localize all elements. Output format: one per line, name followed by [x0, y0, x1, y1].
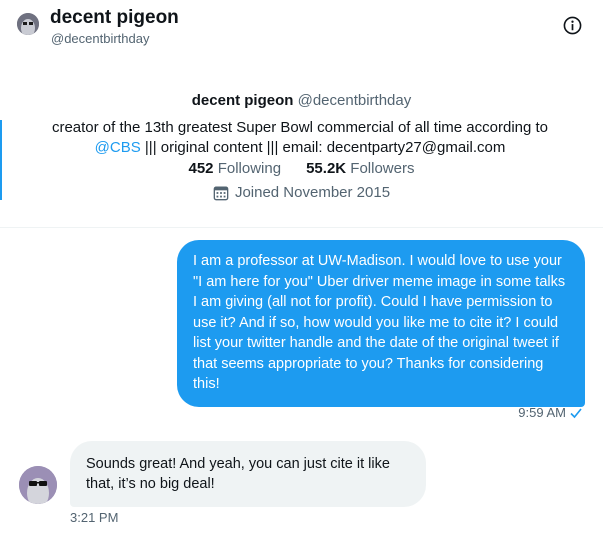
bio-text: creator of the 13th greatest Super Bowl … [51, 119, 549, 136]
calendar-icon [213, 186, 229, 200]
profile-handle: @decentbirthday [297, 92, 412, 109]
header-name[interactable]: decent pigeon [50, 7, 179, 29]
bio-mention-link[interactable]: @CBS [95, 139, 141, 156]
joined-text: Joined November 2015 [234, 184, 391, 201]
pigeon-avatar-icon [19, 466, 57, 504]
avatar[interactable] [17, 13, 39, 35]
outgoing-message-meta: 9:59 AM [518, 405, 582, 420]
followers-label: Followers [350, 160, 415, 177]
profile-stats: 452 Following 55.2K Followers [0, 160, 603, 177]
profile-title: decent pigeon @decentbirthday [0, 92, 603, 109]
profile-summary: decent pigeon @decentbirthday creator of… [0, 52, 603, 228]
outgoing-timestamp: 9:59 AM [518, 405, 566, 420]
pigeon-avatar-icon [17, 13, 39, 35]
following-label: Following [217, 160, 282, 177]
profile-name[interactable]: decent pigeon [192, 92, 294, 109]
info-circle-icon [563, 16, 581, 34]
info-button[interactable] [562, 15, 582, 35]
checkmark-icon [570, 407, 582, 418]
followers-link[interactable]: 55.2K Followers [306, 160, 414, 177]
sender-avatar[interactable] [19, 466, 57, 504]
following-count: 452 [188, 160, 214, 177]
joined-date: Joined November 2015 [0, 184, 603, 201]
followers-count: 55.2K [306, 160, 347, 177]
header-handle: @decentbirthday [51, 31, 150, 46]
bio-text-rest: ||| original content ||| email: decentpa… [140, 139, 506, 156]
profile-bio: creator of the 13th greatest Super Bowl … [40, 118, 560, 158]
outgoing-message[interactable]: I am a professor at UW-Madison. I would … [177, 240, 585, 407]
conversation-header: decent pigeon @decentbirthday [0, 0, 603, 50]
following-link[interactable]: 452 Following [189, 160, 282, 177]
incoming-timestamp: 3:21 PM [70, 510, 119, 525]
incoming-message[interactable]: Sounds great! And yeah, you can just cit… [70, 441, 426, 507]
